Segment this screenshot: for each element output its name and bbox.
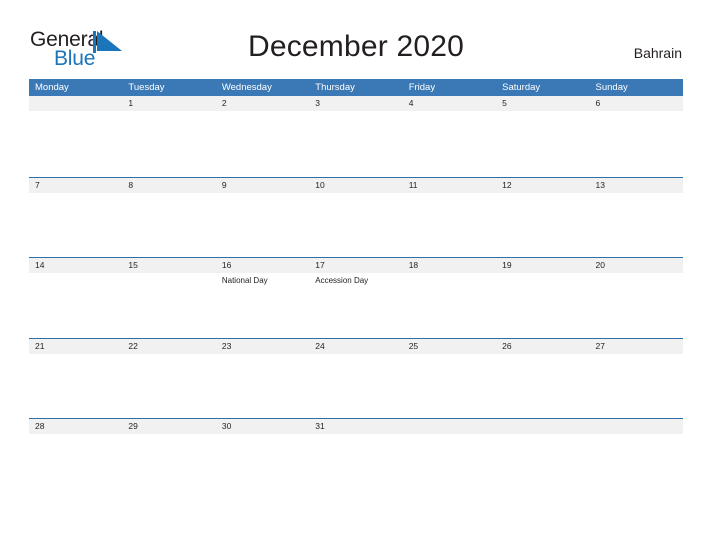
day-cell[interactable]: 11 bbox=[402, 177, 497, 258]
day-number: 30 bbox=[221, 421, 232, 431]
calendar-grid: Monday Tuesday Wednesday Thursday Friday… bbox=[29, 79, 683, 499]
day-number: 1 bbox=[128, 98, 134, 108]
week-row: 14 15 16 National Day 17 Accession Day 18 … bbox=[29, 257, 683, 338]
day-cell[interactable]: 7 bbox=[29, 177, 123, 258]
day-cell[interactable]: 2 bbox=[215, 96, 310, 177]
day-cell[interactable]: 13 bbox=[589, 177, 683, 258]
day-cell[interactable]: 10 bbox=[309, 177, 403, 258]
day-number: 5 bbox=[502, 98, 507, 108]
day-number: 6 bbox=[595, 98, 601, 108]
day-strip bbox=[496, 419, 590, 434]
day-number: 15 bbox=[128, 260, 138, 270]
day-cell[interactable]: 5 bbox=[496, 96, 590, 177]
day-strip bbox=[215, 96, 310, 111]
day-number: 20 bbox=[595, 260, 605, 270]
day-number: 26 bbox=[502, 340, 512, 351]
day-cell[interactable] bbox=[402, 419, 497, 499]
day-cell[interactable]: 8 bbox=[122, 177, 216, 258]
week-row: 21 22 23 24 25 26 27 bbox=[29, 337, 683, 419]
day-strip bbox=[589, 96, 683, 111]
day-cell[interactable]: 22 bbox=[122, 338, 216, 419]
day-cell[interactable]: 14 bbox=[29, 258, 123, 338]
day-strip bbox=[309, 96, 403, 111]
week-row: 7 8 9 10 11 12 13 bbox=[29, 176, 683, 258]
day-number: 25 bbox=[408, 340, 419, 351]
day-cell[interactable]: 3 bbox=[309, 96, 403, 177]
week-row: 28 29 30 31 bbox=[29, 418, 683, 499]
day-cell[interactable]: 1 bbox=[122, 96, 216, 177]
day-number: 28 bbox=[35, 421, 45, 431]
day-strip bbox=[402, 96, 497, 111]
day-cell[interactable]: 27 bbox=[589, 338, 683, 419]
day-strip bbox=[589, 419, 683, 434]
day-number: 11 bbox=[408, 179, 418, 190]
day-strip bbox=[496, 96, 590, 111]
day-cell[interactable]: 4 bbox=[402, 96, 497, 177]
day-cell[interactable]: 12 bbox=[496, 177, 590, 258]
day-cell[interactable]: 18 bbox=[402, 258, 497, 338]
day-number: 22 bbox=[128, 340, 138, 351]
week-row: 1 2 3 4 5 6 bbox=[29, 96, 683, 177]
day-cell[interactable]: 31 bbox=[309, 419, 403, 499]
day-number: 3 bbox=[315, 98, 320, 108]
day-number: 18 bbox=[408, 260, 419, 270]
day-cell[interactable] bbox=[29, 96, 123, 177]
day-cell[interactable]: 9 bbox=[215, 177, 310, 258]
day-cell[interactable] bbox=[496, 419, 590, 499]
day-cell[interactable]: 16 National Day bbox=[215, 258, 310, 338]
day-number: 29 bbox=[128, 421, 138, 431]
day-cell[interactable]: 17 Accession Day bbox=[309, 258, 403, 338]
day-cell[interactable]: 15 bbox=[122, 258, 216, 338]
day-cell[interactable] bbox=[589, 419, 683, 499]
day-header-tuesday: Tuesday bbox=[128, 82, 165, 93]
day-number: 21 bbox=[35, 340, 45, 351]
country-label: Bahrain bbox=[633, 45, 682, 61]
day-strip bbox=[215, 177, 310, 193]
day-header-wednesday: Wednesday bbox=[221, 82, 272, 93]
day-event-accession-day: Accession Day bbox=[315, 276, 369, 285]
day-header-thursday: Thursday bbox=[315, 82, 355, 93]
day-header-sunday: Sunday bbox=[595, 82, 628, 93]
day-number: 2 bbox=[221, 98, 227, 108]
day-number: 9 bbox=[221, 179, 227, 190]
day-header-friday: Friday bbox=[408, 82, 436, 93]
day-number: 23 bbox=[221, 340, 232, 351]
day-strip bbox=[122, 177, 216, 193]
day-cell[interactable]: 20 bbox=[589, 258, 683, 338]
day-number: 8 bbox=[128, 179, 134, 190]
day-number: 19 bbox=[502, 260, 512, 270]
day-cell[interactable]: 26 bbox=[496, 338, 590, 419]
day-cell[interactable]: 30 bbox=[215, 419, 310, 499]
day-cell[interactable]: 25 bbox=[402, 338, 497, 419]
day-number: 27 bbox=[595, 340, 605, 351]
day-cell[interactable]: 28 bbox=[29, 419, 123, 499]
day-number: 10 bbox=[315, 179, 325, 190]
day-cell[interactable]: 29 bbox=[122, 419, 216, 499]
day-header-saturday: Saturday bbox=[502, 82, 541, 93]
day-number: 24 bbox=[315, 340, 325, 351]
day-of-week-header-row: Monday Tuesday Wednesday Thursday Friday… bbox=[29, 79, 683, 96]
day-cell[interactable]: 19 bbox=[496, 258, 590, 338]
day-cell[interactable]: 6 bbox=[589, 96, 683, 177]
page-title: December 2020 bbox=[247, 30, 465, 63]
day-number: 7 bbox=[35, 179, 40, 190]
day-number: 31 bbox=[315, 421, 325, 431]
day-cell[interactable]: 24 bbox=[309, 338, 403, 419]
day-strip bbox=[402, 419, 497, 434]
day-number: 13 bbox=[595, 179, 605, 190]
day-strip bbox=[29, 177, 123, 193]
day-cell[interactable]: 21 bbox=[29, 338, 123, 419]
day-cell[interactable]: 23 bbox=[215, 338, 310, 419]
day-number: 4 bbox=[408, 98, 414, 108]
calendar-page: General Blue December 2020 Bahrain Monda… bbox=[0, 0, 712, 550]
day-number: 12 bbox=[502, 179, 512, 190]
day-strip bbox=[122, 96, 216, 111]
day-number: 17 bbox=[315, 260, 325, 270]
day-header-monday: Monday bbox=[35, 82, 69, 93]
day-number: 16 bbox=[221, 260, 232, 270]
day-number: 14 bbox=[35, 260, 45, 270]
day-event-national-day: National Day bbox=[221, 276, 268, 285]
day-strip bbox=[29, 96, 123, 111]
page-header: General Blue December 2020 Bahrain bbox=[0, 0, 712, 78]
